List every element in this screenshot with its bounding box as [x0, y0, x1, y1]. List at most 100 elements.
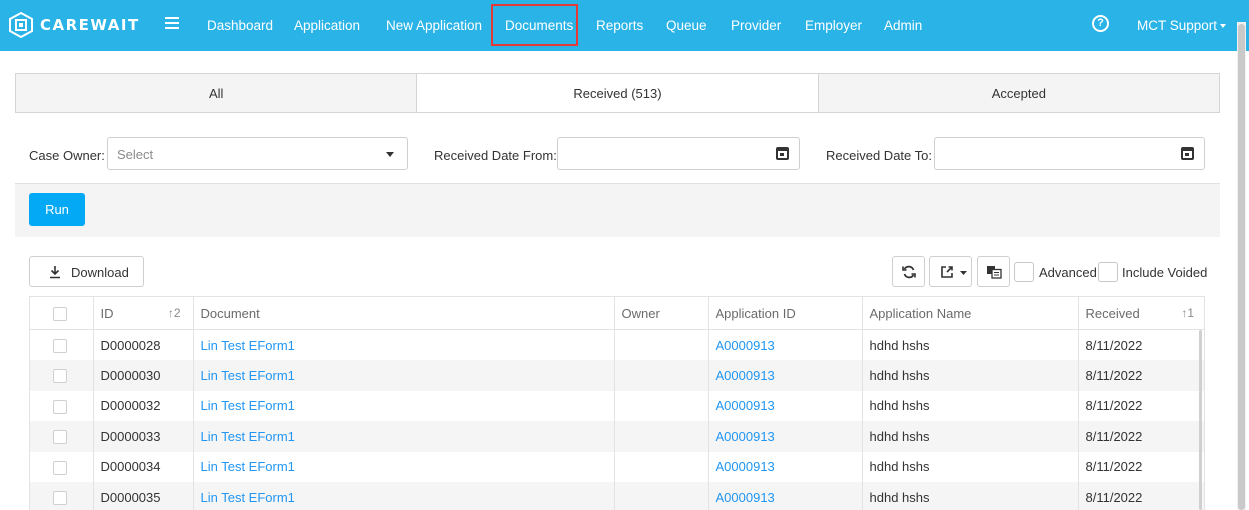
- cell-application-id-link[interactable]: A0000913: [707, 390, 862, 421]
- row-select-cell: [30, 360, 93, 391]
- row-checkbox[interactable]: [53, 460, 67, 475]
- column-header-received-label: Received: [1085, 305, 1140, 321]
- case-owner-select[interactable]: Select: [107, 137, 408, 170]
- help-icon[interactable]: ?: [1092, 15, 1109, 32]
- user-menu[interactable]: MCT Support: [1137, 18, 1227, 33]
- cell-application-name: hdhd hshs: [861, 329, 1078, 360]
- nav-employer[interactable]: Employer: [805, 18, 862, 33]
- cell-id: D0000035: [92, 482, 193, 510]
- table-row[interactable]: D0000030 Lin Test EForm1 A0000913 hdhd h…: [30, 360, 1204, 391]
- column-chooser-button[interactable]: [977, 256, 1010, 287]
- tab-all[interactable]: All: [16, 74, 417, 112]
- brand-name: CAREWAIT: [40, 16, 140, 34]
- column-header-document[interactable]: Document: [192, 296, 614, 330]
- case-owner-label: Case Owner:: [29, 148, 105, 163]
- documents-table: ID ↑2 Document Owner Application ID Appli…: [30, 296, 1204, 510]
- refresh-button[interactable]: [892, 256, 925, 287]
- cell-owner: [613, 482, 708, 510]
- top-nav-bar: CAREWAIT Dashboard Application New Appli…: [0, 0, 1249, 51]
- advanced-checkbox[interactable]: [1014, 262, 1034, 282]
- cell-application-id-link[interactable]: A0000913: [707, 482, 862, 510]
- row-select-cell: [30, 330, 93, 361]
- cell-id: D0000033: [92, 421, 193, 452]
- cell-application-id-link[interactable]: A0000913: [707, 451, 862, 482]
- cell-application-name: hdhd hshs: [861, 360, 1078, 391]
- column-header-application-id[interactable]: Application ID: [707, 296, 862, 330]
- column-header-id-label: ID: [100, 305, 114, 321]
- cell-application-id-link[interactable]: A0000913: [707, 360, 862, 391]
- row-checkbox[interactable]: [53, 430, 67, 445]
- sort-indicator-icon: ↑2: [167, 306, 181, 320]
- cell-document-link[interactable]: Lin Test EForm1: [192, 329, 614, 360]
- received-date-from-label: Received Date From:: [434, 148, 557, 163]
- row-checkbox[interactable]: [53, 369, 67, 384]
- cell-id: D0000034: [92, 451, 193, 482]
- cell-owner: [613, 390, 708, 421]
- hamburger-menu-icon[interactable]: [165, 17, 179, 29]
- cell-received: 8/11/2022: [1077, 421, 1204, 452]
- documents-grid: ID ↑2 Document Owner Application ID Appli…: [29, 296, 1205, 510]
- cell-application-name: hdhd hshs: [861, 390, 1078, 421]
- row-checkbox[interactable]: [53, 491, 67, 506]
- received-date-to-input[interactable]: [934, 137, 1205, 170]
- table-row[interactable]: D0000028 Lin Test EForm1 A0000913 hdhd h…: [30, 329, 1204, 361]
- nav-admin[interactable]: Admin: [884, 18, 922, 33]
- column-header-owner[interactable]: Owner: [613, 296, 708, 330]
- cell-id: D0000032: [92, 390, 193, 421]
- cell-document-link[interactable]: Lin Test EForm1: [192, 421, 614, 452]
- cell-received: 8/11/2022: [1077, 482, 1204, 510]
- grid-scrollbar[interactable]: [1199, 330, 1202, 510]
- run-button[interactable]: Run: [29, 193, 85, 226]
- download-button[interactable]: Download: [29, 256, 144, 287]
- nav-reports[interactable]: Reports: [596, 18, 643, 33]
- nav-queue[interactable]: Queue: [666, 18, 707, 33]
- cell-received: 8/11/2022: [1077, 451, 1204, 482]
- include-voided-checkbox[interactable]: [1098, 262, 1118, 282]
- table-row[interactable]: D0000032 Lin Test EForm1 A0000913 hdhd h…: [30, 390, 1204, 421]
- export-menu-button[interactable]: [929, 256, 972, 287]
- tab-accepted[interactable]: Accepted: [817, 74, 1219, 112]
- nav-application[interactable]: Application: [294, 18, 360, 33]
- cell-id: D0000028: [92, 329, 193, 360]
- cell-application-id-link[interactable]: A0000913: [707, 421, 862, 452]
- page-scrollbar[interactable]: [1237, 22, 1246, 510]
- brand-logo[interactable]: CAREWAIT: [8, 11, 140, 39]
- row-select-cell: [30, 482, 93, 510]
- select-all-checkbox[interactable]: [53, 306, 67, 321]
- cell-received: 8/11/2022: [1077, 360, 1204, 391]
- row-checkbox[interactable]: [53, 399, 67, 414]
- column-header-application-name[interactable]: Application Name: [861, 296, 1078, 330]
- table-row[interactable]: D0000033 Lin Test EForm1 A0000913 hdhd h…: [30, 421, 1204, 452]
- cell-document-link[interactable]: Lin Test EForm1: [192, 451, 614, 482]
- nav-dashboard[interactable]: Dashboard: [207, 18, 273, 33]
- tab-received[interactable]: Received (513): [416, 74, 818, 112]
- chevron-down-icon: [960, 271, 967, 275]
- cell-received: 8/11/2022: [1077, 390, 1204, 421]
- cell-application-name: hdhd hshs: [861, 421, 1078, 452]
- columns-icon: [987, 266, 1002, 279]
- calendar-icon[interactable]: [1181, 147, 1194, 160]
- cell-document-link[interactable]: Lin Test EForm1: [192, 482, 614, 510]
- cell-owner: [613, 360, 708, 391]
- user-menu-label: MCT Support: [1137, 18, 1218, 33]
- calendar-icon[interactable]: [776, 147, 789, 160]
- table-row[interactable]: D0000034 Lin Test EForm1 A0000913 hdhd h…: [30, 451, 1204, 482]
- cell-received: 8/11/2022: [1077, 329, 1204, 360]
- received-date-from-input[interactable]: [557, 137, 800, 170]
- cell-document-link[interactable]: Lin Test EForm1: [192, 390, 614, 421]
- nav-provider[interactable]: Provider: [731, 18, 781, 33]
- refresh-icon: [902, 265, 916, 279]
- export-icon: [941, 266, 953, 278]
- table-row[interactable]: D0000035 Lin Test EForm1 A0000913 hdhd h…: [30, 482, 1204, 510]
- row-checkbox[interactable]: [53, 338, 67, 353]
- column-header-id[interactable]: ID ↑2: [92, 296, 193, 330]
- page-scrollbar-thumb[interactable]: [1238, 24, 1245, 510]
- column-header-received[interactable]: Received ↑1: [1077, 296, 1204, 330]
- cell-owner: [613, 421, 708, 452]
- cell-application-name: hdhd hshs: [861, 451, 1078, 482]
- nav-new-application[interactable]: New Application: [386, 18, 482, 33]
- cell-document-link[interactable]: Lin Test EForm1: [192, 360, 614, 391]
- case-owner-placeholder: Select: [117, 147, 154, 162]
- cell-application-id-link[interactable]: A0000913: [707, 329, 862, 360]
- cell-owner: [613, 451, 708, 482]
